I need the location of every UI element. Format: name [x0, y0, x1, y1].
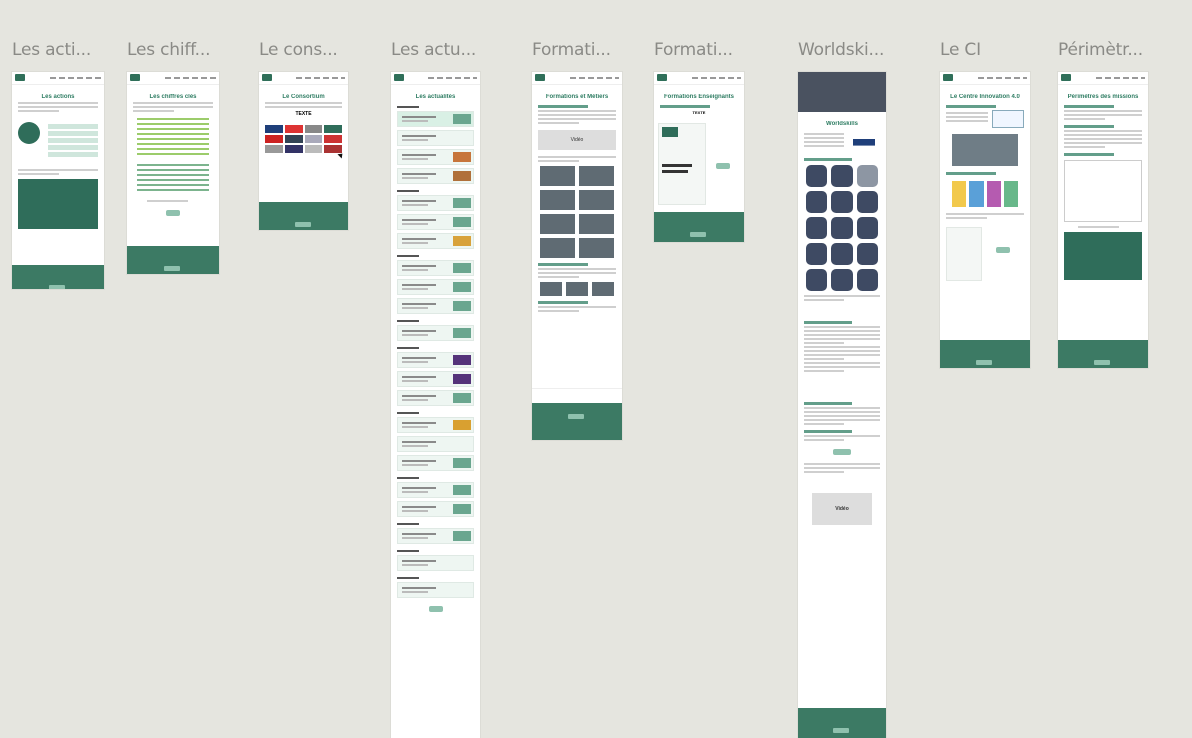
news-card[interactable] [397, 298, 474, 314]
frame-label-chiffres[interactable]: Les chiff... [127, 40, 210, 60]
frame-label-ci[interactable]: Le CI [940, 40, 981, 60]
frame-formations-enseignants[interactable]: Formations Enseignants TEXTE [654, 72, 744, 242]
nav-bar [12, 72, 104, 85]
history-button[interactable] [428, 606, 443, 612]
page-title: Les actualités [415, 94, 456, 100]
frame-label-perimetres[interactable]: Périmètr... [1058, 40, 1143, 60]
text-placeholder: TEXTE [692, 110, 706, 115]
page-title: Worldskills [826, 121, 858, 127]
news-card[interactable] [397, 214, 474, 230]
news-card[interactable] [397, 352, 474, 368]
frame-worldskills[interactable]: Worldskills Vidéo [798, 72, 886, 738]
page-title: Le Centre Innovation 4.0 [950, 94, 1020, 100]
news-card[interactable] [397, 371, 474, 387]
frame-label-consortium[interactable]: Le cons... [259, 40, 338, 60]
frame-actions[interactable]: Les actions [12, 72, 104, 289]
site-logo [15, 74, 25, 81]
news-card[interactable] [397, 279, 474, 295]
frame-label-actions[interactable]: Les acti... [12, 40, 91, 60]
page-title: Les actions [41, 94, 75, 100]
news-card[interactable] [397, 436, 474, 452]
news-card[interactable] [397, 195, 474, 211]
news-card[interactable] [397, 325, 474, 341]
news-card[interactable] [397, 582, 474, 598]
video-placeholder[interactable]: Vidéo [812, 493, 872, 525]
news-card[interactable] [397, 111, 474, 127]
page-title: Périmètres des missions [1067, 94, 1139, 100]
news-card[interactable] [397, 130, 474, 146]
frame-label-actualites[interactable]: Les actu... [391, 40, 476, 60]
worldskills-logo [848, 131, 880, 153]
cta-button[interactable] [833, 449, 851, 455]
page-title: Les chiffres clés [149, 94, 197, 100]
frame-formations-metiers[interactable]: Formations et Métiers Vidéo [532, 72, 622, 440]
frame-label-formations-metiers[interactable]: Formati... [532, 40, 611, 60]
frame-actualites[interactable]: Les actualités [391, 72, 480, 738]
page-title: Formations Enseignants [663, 94, 734, 100]
news-card[interactable] [397, 417, 474, 433]
news-card[interactable] [397, 168, 474, 184]
more-button[interactable] [166, 210, 180, 216]
news-card[interactable] [397, 482, 474, 498]
video-placeholder[interactable]: Vidéo [538, 130, 616, 150]
frame-perimetres[interactable]: Périmètres des missions [1058, 72, 1148, 368]
page-title: Le Consortium [282, 94, 325, 100]
frame-label-formations-enseignants[interactable]: Formati... [654, 40, 733, 60]
news-card[interactable] [397, 260, 474, 276]
campus-banner [18, 179, 98, 229]
news-card[interactable] [397, 390, 474, 406]
footer [12, 265, 104, 289]
news-card[interactable] [397, 149, 474, 165]
news-card[interactable] [397, 455, 474, 471]
page-title: Formations et Métiers [545, 94, 609, 100]
hero-image [798, 72, 886, 112]
frame-centre-innovation[interactable]: Le Centre Innovation 4.0 [940, 72, 1030, 368]
frame-label-worldskills[interactable]: Worldski... [798, 40, 884, 60]
campus-banner [1064, 232, 1142, 280]
text-placeholder: TEXTE [295, 111, 312, 117]
frame-consortium[interactable]: Le Consortium TEXTE [259, 72, 348, 230]
frame-chiffres[interactable]: Les chiffres clés [127, 72, 219, 274]
news-card[interactable] [397, 555, 474, 571]
news-card[interactable] [397, 528, 474, 544]
news-card[interactable] [397, 501, 474, 517]
news-card[interactable] [397, 233, 474, 249]
